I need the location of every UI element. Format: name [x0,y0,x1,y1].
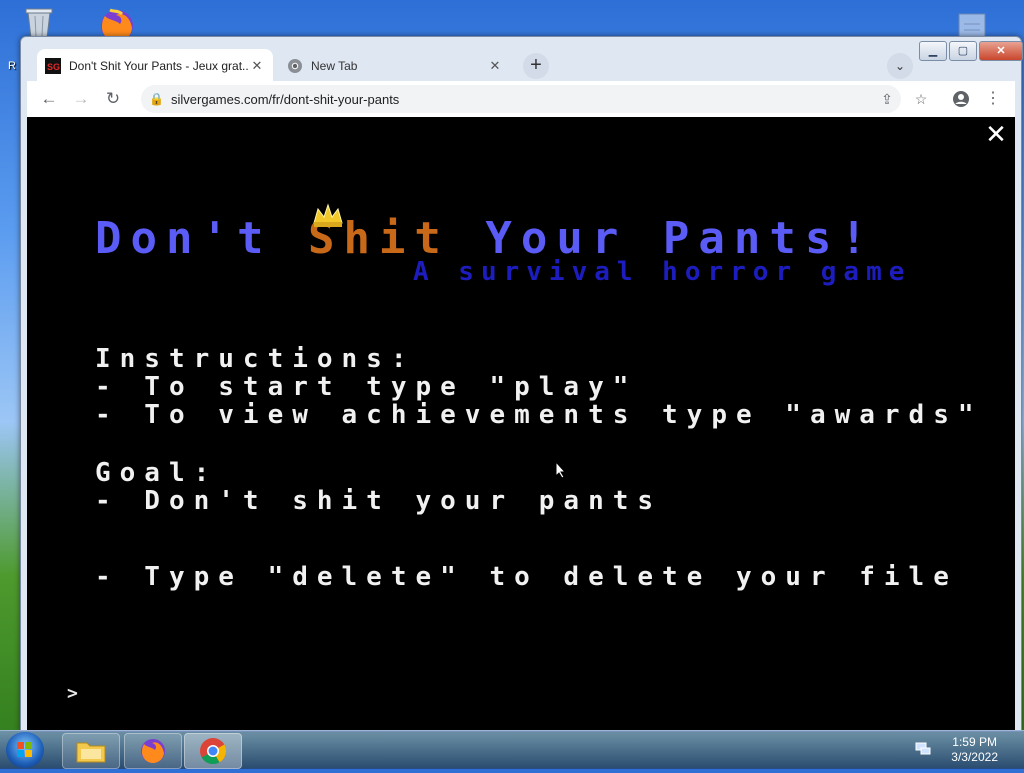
menu-dots-icon[interactable]: ⋮ [981,87,1005,111]
window-controls: ▁ ▢ ✕ [917,41,1023,61]
goal-header: Goal: [95,458,219,488]
back-arrow-icon[interactable]: ← [37,87,61,111]
game-subtitle: A survival horror game [413,257,912,287]
maximize-button[interactable]: ▢ [949,41,977,61]
tab-new-tab[interactable]: New Tab ✕ [279,49,511,83]
forward-arrow-icon[interactable]: → [69,87,93,111]
instructions-header: Instructions: [95,344,416,374]
browser-toolbar: ← → ↻ 🔒 silvergames.com/fr/dont-shit-you… [27,81,1015,117]
window-close-button[interactable]: ✕ [979,41,1023,61]
bookmark-star-icon[interactable]: ☆ [909,87,933,111]
game-canvas[interactable]: ✕ Don't Shit Your Pants! A survival horr… [27,117,1015,731]
desktop-label-fragment: R [8,60,16,72]
url-text: silvergames.com/fr/dont-shit-your-pants [171,91,400,107]
tab-silvergames[interactable]: SG Don't Shit Your Pants - Jeux grat... … [37,49,273,83]
taskbar-explorer[interactable] [62,733,120,769]
chrome-favicon [288,59,302,73]
svg-text:SG: SG [47,62,60,72]
clock-date: 3/3/2022 [951,750,998,764]
minimize-button[interactable]: ▁ [919,41,947,61]
folder-icon [76,742,106,763]
tab-title: New Tab [311,59,358,73]
lock-icon: 🔒 [149,92,164,106]
title-part1: Don't [95,213,308,264]
taskbar-firefox[interactable] [124,733,182,769]
instruction-play: - To start type "play" [95,372,638,402]
silvergames-favicon: SG [45,58,61,74]
taskbar-chrome[interactable] [184,733,242,769]
tab-title: Don't Shit Your Pants - Jeux grat... [69,59,249,73]
tab-search-chevron-icon[interactable]: ⌄ [887,53,913,79]
profile-icon[interactable] [949,87,973,111]
chrome-icon [200,738,227,765]
instruction-awards: - To view achievements type "awards" [95,400,983,430]
tab-strip: SG Don't Shit Your Pants - Jeux grat... … [27,41,1023,83]
taskbar: 1:59 PM 3/3/2022 [0,730,1024,769]
firefox-icon [141,739,165,764]
address-bar[interactable]: 🔒 silvergames.com/fr/dont-shit-your-pant… [141,85,901,113]
system-clock[interactable]: 1:59 PM 3/3/2022 [951,735,998,765]
browser-window: SG Don't Shit Your Pants - Jeux grat... … [20,36,1023,732]
windows-logo-icon [17,742,32,757]
goal-line: - Don't shit your pants [95,486,663,516]
command-prompt[interactable]: > [67,683,78,704]
share-icon[interactable]: ⇪ [875,87,899,111]
reload-icon[interactable]: ↻ [101,87,125,111]
crown-icon [313,203,343,227]
mouse-cursor-icon [555,461,567,479]
close-icon[interactable]: ✕ [983,121,1009,147]
recycle-bin-icon[interactable] [20,6,58,40]
close-icon[interactable]: ✕ [249,58,265,74]
new-tab-button[interactable]: + [523,53,549,79]
delete-line: - Type "delete" to delete your file [95,562,958,592]
clock-time: 1:59 PM [952,735,997,749]
network-icon[interactable] [914,741,932,757]
close-icon[interactable]: ✕ [487,58,503,74]
start-button[interactable] [6,732,44,768]
